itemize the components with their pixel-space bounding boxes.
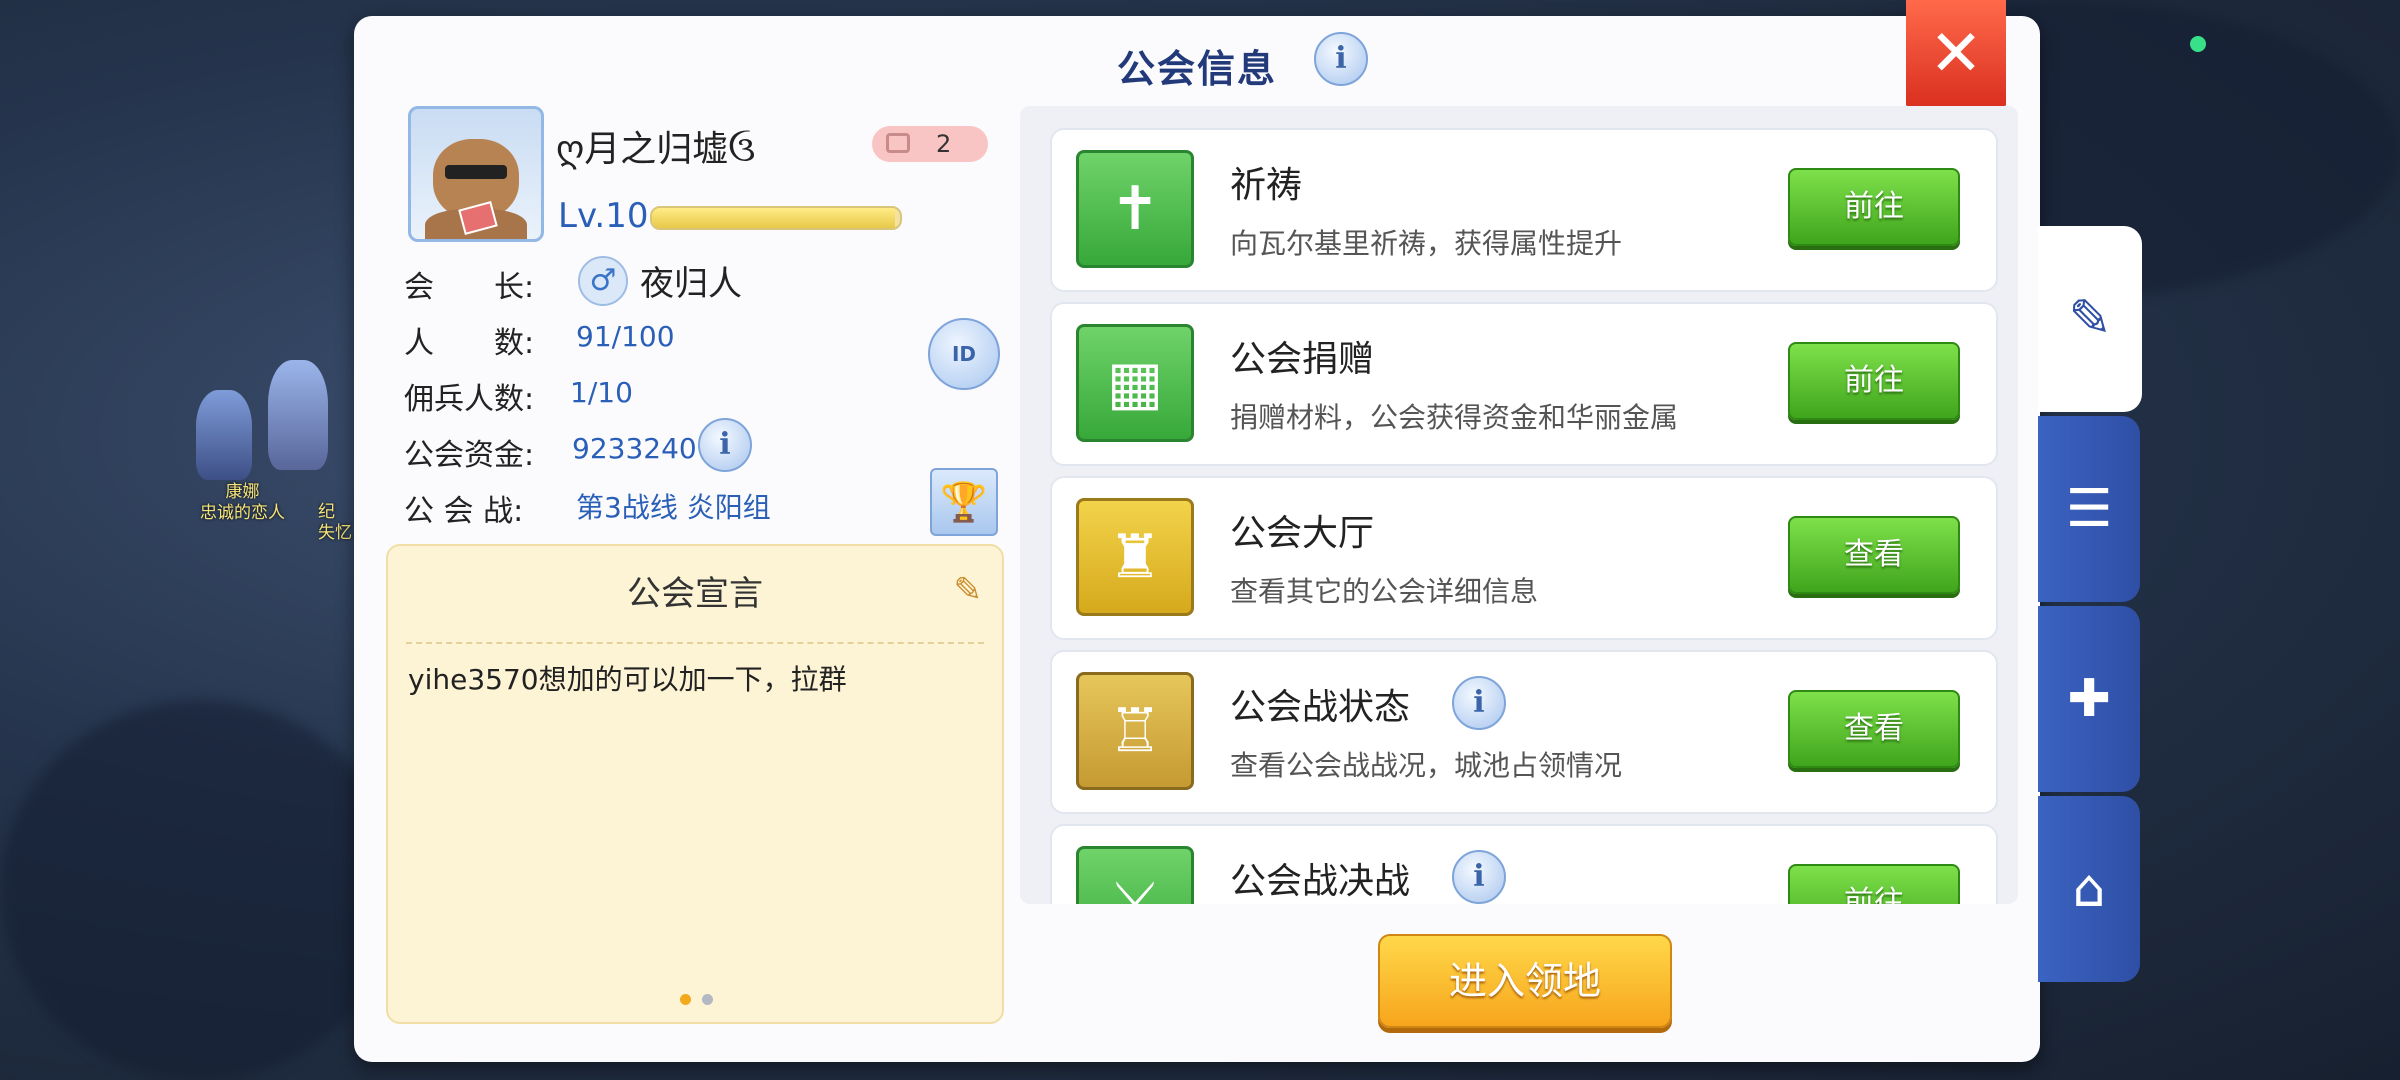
page-dot[interactable]	[702, 994, 713, 1005]
exp-bar	[650, 206, 902, 230]
funds-info-icon[interactable]: i	[698, 418, 752, 472]
exp-fill	[652, 208, 896, 228]
server-number: 2	[936, 130, 952, 158]
npc-subtitle: 失忆	[318, 523, 352, 543]
edit-icon[interactable]: ✎	[954, 570, 983, 610]
enter-territory-button[interactable]: 进入领地	[1378, 934, 1672, 1028]
tab-members[interactable]: ☰	[2038, 416, 2140, 602]
war-label: 公 会 战:	[404, 494, 524, 529]
activity-desc: 查看其它的公会详细信息	[1230, 575, 1539, 608]
npc-character[interactable]	[196, 390, 252, 480]
declaration-box: 公会宣言 ✎ yihe3570想加的可以加一下，拉群	[386, 544, 1004, 1024]
npc-label: 纪 失忆	[318, 502, 354, 544]
guild-level: Lv.10	[558, 196, 649, 236]
guild-id-icon[interactable]: ID	[928, 318, 1000, 390]
fortress-icon: ♖	[1076, 672, 1194, 790]
tab-home[interactable]: ⌂	[2038, 796, 2140, 982]
crossed-swords-icon: ⚔	[1076, 846, 1194, 904]
donation-icon: ▦	[1076, 324, 1194, 442]
male-icon: ♂	[578, 256, 628, 306]
contacts-book-icon: ☰	[2065, 479, 2113, 539]
activity-card-war-final: ⚔ 公会战决战 i 前往	[1050, 824, 1998, 904]
server-badge: 2	[872, 126, 988, 162]
war-final-go-button[interactable]: 前往	[1788, 864, 1960, 904]
panel-title: 公会信息	[354, 38, 2040, 93]
members-value: 91/100	[576, 320, 675, 353]
mercenary-label: 佣兵人数:	[404, 382, 535, 417]
npc-subtitle: 忠诚的恋人	[200, 503, 285, 523]
divider	[406, 642, 984, 644]
activity-desc: 捐赠材料，公会获得资金和华丽金属	[1230, 401, 1679, 434]
page-dot-active[interactable]	[680, 994, 691, 1005]
war-value[interactable]: 第3战线 炎阳组	[576, 486, 771, 526]
donation-go-button[interactable]: 前往	[1788, 342, 1960, 420]
activity-title: 公会捐赠	[1230, 339, 1375, 380]
sunglasses	[445, 165, 507, 179]
funds-label: 公会资金:	[404, 438, 535, 473]
declaration-title: 公会宣言	[627, 574, 763, 614]
house-icon: ⌂	[2072, 859, 2106, 919]
leader-name[interactable]: 夜归人	[640, 256, 742, 305]
guild-name: ღ月之归墟ઉ	[556, 129, 756, 170]
activity-card-hall: ♜ 公会大厅 查看其它的公会详细信息 查看	[1050, 476, 1998, 640]
guild-avatar[interactable]	[408, 106, 544, 242]
castle-icon: ♜	[1076, 498, 1194, 616]
tab-church[interactable]: ✚	[2038, 606, 2140, 792]
activity-title: 公会战决战	[1230, 861, 1411, 902]
prayer-icon: ✝	[1076, 150, 1194, 268]
close-icon: ✕	[1929, 17, 1983, 91]
activity-card-prayer: ✝ 祈祷 向瓦尔基里祈祷，获得属性提升 前往	[1050, 128, 1998, 292]
activity-desc: 向瓦尔基里祈祷，获得属性提升	[1230, 227, 1623, 260]
npc-name: 纪	[318, 502, 335, 522]
war-status-info-icon[interactable]: i	[1452, 676, 1506, 730]
war-final-info-icon[interactable]: i	[1452, 850, 1506, 904]
activity-title: 公会大厅	[1230, 513, 1375, 554]
mercenary-value: 1/10	[570, 376, 633, 409]
activity-desc: 查看公会战战况，城池占领情况	[1230, 749, 1623, 782]
activity-title: 公会战状态	[1230, 687, 1411, 728]
panel-title-text: 公会信息	[1116, 47, 1277, 91]
declaration-text: yihe3570想加的可以加一下，拉群	[408, 663, 847, 696]
trophy-icon[interactable]: 🏆	[930, 468, 998, 536]
activity-card-donation: ▦ 公会捐赠 捐赠材料，公会获得资金和华丽金属 前往	[1050, 302, 1998, 466]
edit-note-icon: ✎	[2068, 289, 2112, 349]
title-info-icon[interactable]: i	[1314, 32, 1368, 86]
background-rock	[0, 700, 400, 1080]
war-status-view-button[interactable]: 查看	[1788, 690, 1960, 768]
hall-view-button[interactable]: 查看	[1788, 516, 1960, 594]
activity-list[interactable]: ✝ 祈祷 向瓦尔基里祈祷，获得属性提升 前往 ▦ 公会捐赠 捐赠材料，公会获得资…	[1020, 106, 2018, 904]
status-dot	[2190, 36, 2206, 52]
cross-door-icon: ✚	[2067, 669, 2111, 729]
members-label: 人 数:	[404, 326, 535, 361]
npc-name: 康娜	[225, 482, 260, 502]
prayer-go-button[interactable]: 前往	[1788, 168, 1960, 246]
id-icon-text: ID	[951, 342, 977, 366]
npc-character[interactable]	[268, 360, 328, 470]
tab-guild-info[interactable]: ✎	[2038, 226, 2142, 412]
server-icon	[886, 133, 910, 153]
funds-value: 9233240	[572, 432, 697, 465]
leader-label: 会 长:	[404, 270, 535, 305]
activity-card-war-status: ♖ 公会战状态 i 查看公会战战况，城池占领情况 查看	[1050, 650, 1998, 814]
npc-label: 康娜 忠诚的恋人	[200, 482, 285, 524]
activity-title: 祈祷	[1230, 165, 1303, 206]
